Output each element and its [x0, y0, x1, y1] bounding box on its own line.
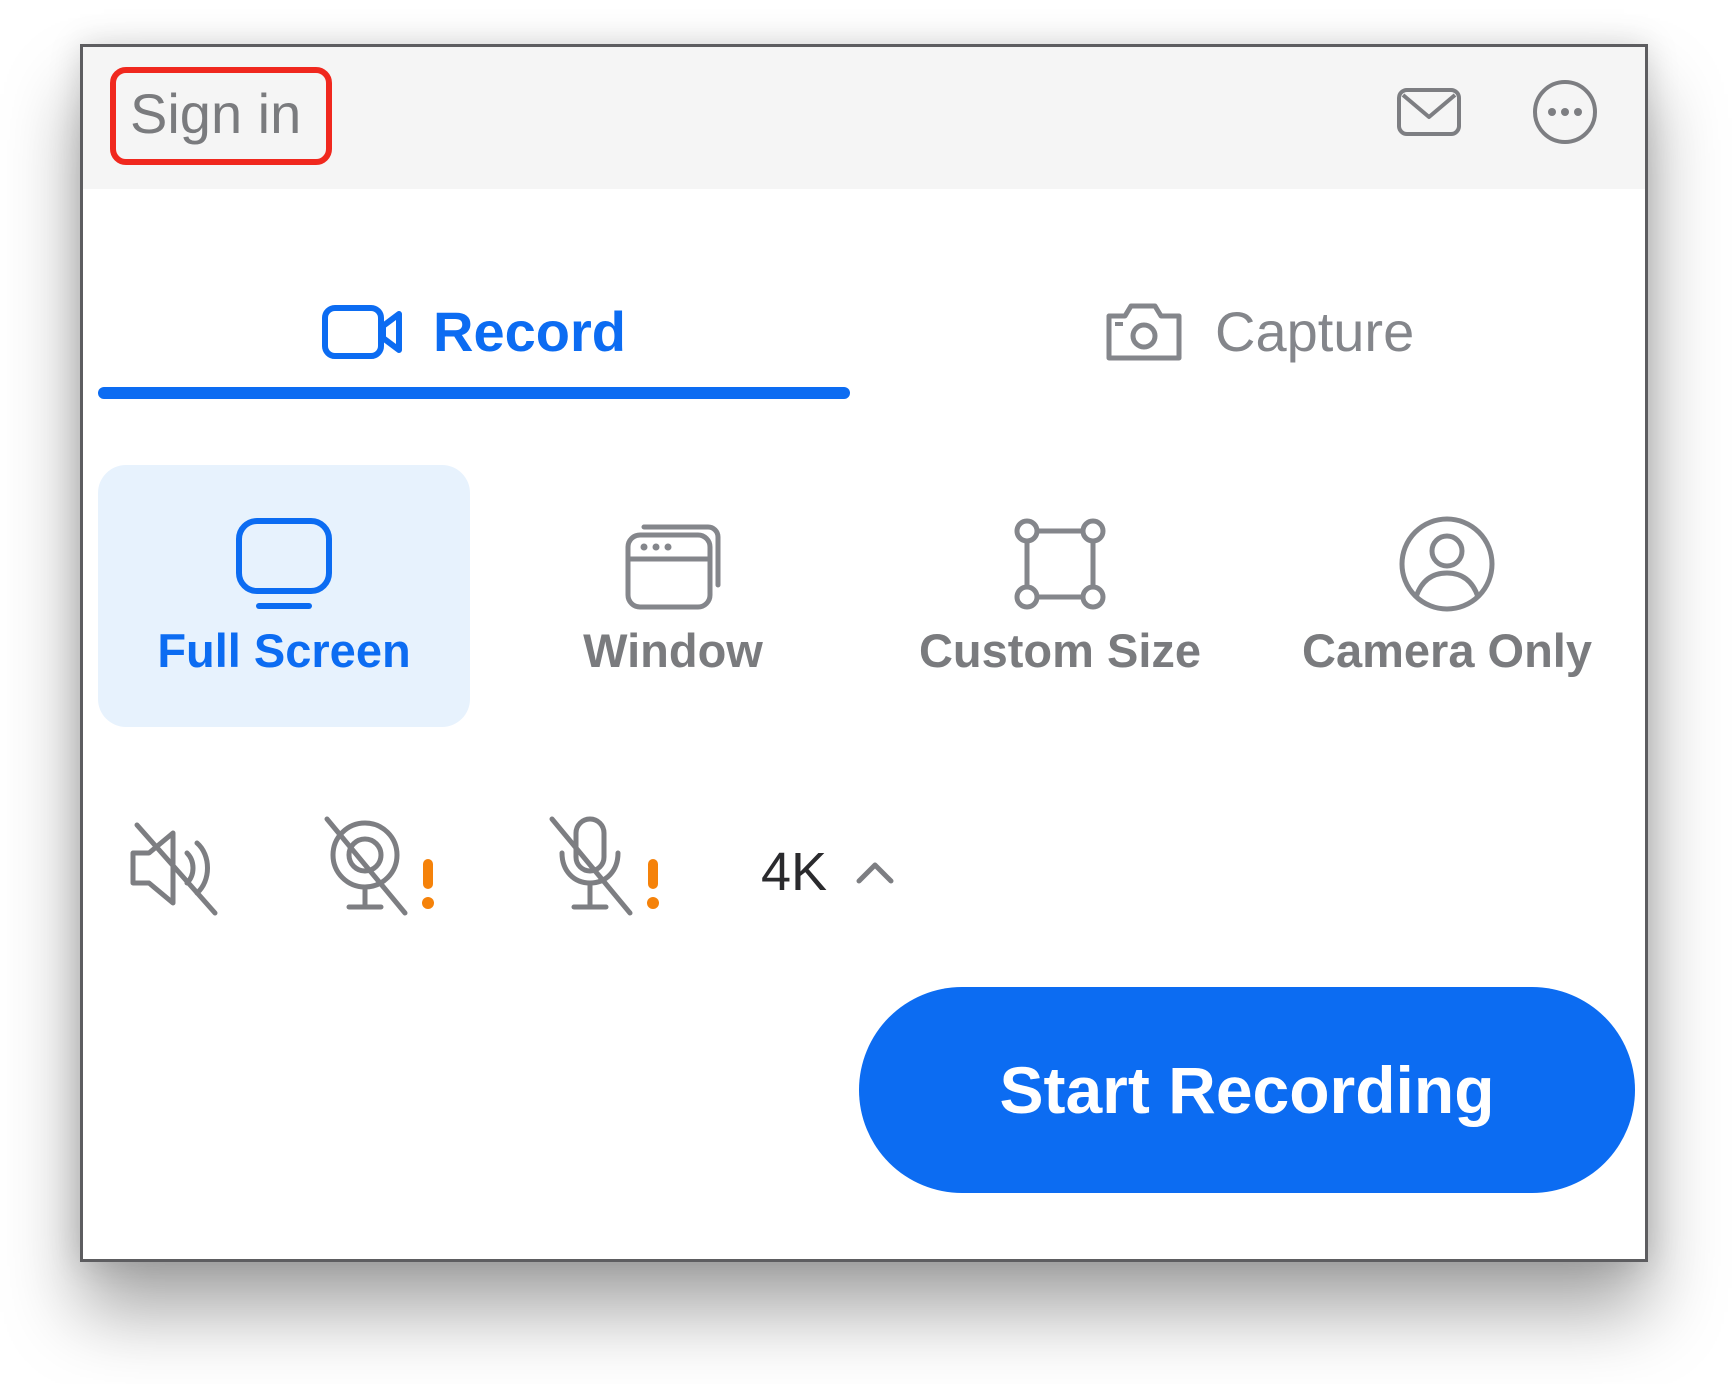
system-audio-toggle[interactable] — [123, 813, 233, 923]
microphone-toggle[interactable] — [538, 813, 678, 923]
tab-capture[interactable]: Capture — [1103, 287, 1414, 377]
webcam-toggle[interactable] — [313, 813, 453, 923]
resolution-label: 4K — [761, 842, 828, 902]
stage: Sign in Record Capture Full Screen Windo… — [0, 0, 1732, 1384]
user-circle-icon — [1399, 516, 1495, 612]
mode-window-label: Window — [583, 624, 763, 677]
mode-camera-only[interactable]: Camera Only — [1261, 465, 1633, 727]
mail-icon[interactable] — [1394, 77, 1464, 147]
monitor-icon — [236, 518, 332, 609]
mode-camera-only-label: Camera Only — [1302, 624, 1592, 677]
tab-underline — [98, 387, 850, 399]
photo-camera-icon — [1106, 303, 1182, 361]
window-icon — [625, 524, 721, 610]
title-bar: Sign in — [83, 47, 1645, 189]
microphone-off-icon — [549, 816, 659, 916]
tab-record[interactable]: Record — [321, 287, 626, 377]
resolution-selector[interactable]: 4K — [761, 832, 897, 912]
mode-custom-size-label: Custom Size — [918, 624, 1202, 677]
custom-size-icon — [1014, 518, 1106, 610]
mode-full-screen[interactable]: Full Screen — [98, 465, 470, 727]
more-options-icon[interactable] — [1530, 77, 1600, 147]
mode-custom-size[interactable]: Custom Size — [874, 465, 1246, 727]
video-camera-icon — [322, 305, 402, 359]
mode-window[interactable]: Window — [487, 465, 859, 727]
webcam-off-icon — [324, 816, 434, 916]
start-recording-button[interactable]: Start Recording — [859, 987, 1635, 1193]
tab-record-label: Record — [433, 300, 626, 363]
speaker-muted-icon — [130, 822, 218, 916]
signin-button[interactable]: Sign in — [130, 79, 301, 149]
tab-capture-label: Capture — [1215, 300, 1415, 363]
recorder-window: Sign in Record Capture Full Screen Windo… — [80, 44, 1648, 1262]
chevron-up-icon — [856, 862, 894, 884]
mode-full-screen-label: Full Screen — [157, 624, 411, 677]
